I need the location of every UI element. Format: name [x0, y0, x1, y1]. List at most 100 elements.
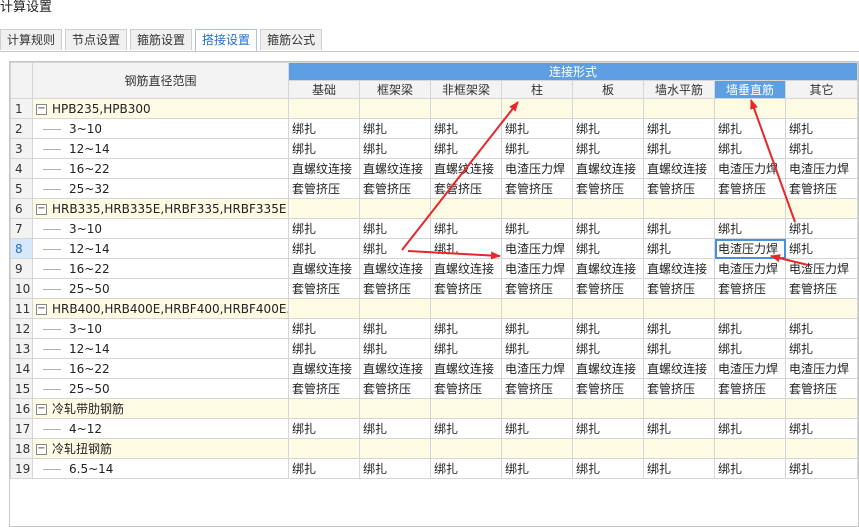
connection-cell[interactable]: 绑扎 — [784, 238, 858, 259]
connection-cell[interactable]: 绑扎 — [784, 338, 858, 359]
connection-cell[interactable]: 绑扎 — [288, 338, 360, 359]
connection-cell[interactable]: 电渣压力焊 — [784, 258, 858, 279]
group-row[interactable]: 6− HRB335,HRB335E,HRBF335,HRBF335E — [10, 198, 858, 219]
connection-cell[interactable] — [784, 198, 858, 219]
row-number[interactable]: 3 — [10, 138, 33, 159]
connection-cell[interactable] — [643, 438, 715, 459]
connection-cell[interactable] — [359, 198, 431, 219]
connection-cell[interactable]: 直螺纹连接 — [643, 158, 715, 179]
connection-cell[interactable]: 绑扎 — [288, 238, 360, 259]
connection-cell[interactable]: 套管挤压 — [714, 178, 786, 199]
connection-cell[interactable] — [643, 298, 715, 319]
connection-cell[interactable]: 绑扎 — [501, 458, 573, 479]
connection-cell[interactable]: 绑扎 — [714, 458, 786, 479]
column-header[interactable]: 墙水平筋 — [643, 80, 715, 99]
row-number[interactable]: 7 — [10, 218, 33, 239]
connection-cell[interactable]: 绑扎 — [643, 218, 715, 239]
connection-cell[interactable]: 绑扎 — [359, 418, 431, 439]
connection-cell[interactable]: 绑扎 — [572, 418, 644, 439]
connection-cell[interactable] — [288, 398, 360, 419]
connection-cell[interactable] — [572, 398, 644, 419]
row-number[interactable]: 12 — [10, 318, 33, 339]
collapse-toggle-icon[interactable]: − — [36, 444, 47, 455]
column-header[interactable]: 非框架梁 — [430, 80, 502, 99]
connection-cell[interactable]: 绑扎 — [430, 218, 502, 239]
connection-cell[interactable] — [430, 438, 502, 459]
connection-cell[interactable]: 绑扎 — [714, 218, 786, 239]
tab-lap-settings[interactable]: 搭接设置 — [195, 29, 258, 52]
group-row[interactable]: 1− HPB235,HPB300 — [10, 98, 858, 119]
column-header[interactable]: 墙垂直筋 — [714, 80, 786, 99]
connection-cell[interactable]: 电渣压力焊 — [501, 238, 573, 259]
row-number[interactable]: 18 — [10, 438, 33, 459]
tab-stirrup-formula[interactable]: 箍筋公式 — [260, 29, 323, 50]
connection-cell[interactable]: 绑扎 — [572, 238, 644, 259]
connection-cell[interactable]: 绑扎 — [288, 138, 360, 159]
connection-cell[interactable] — [714, 398, 786, 419]
row-number[interactable]: 2 — [10, 118, 33, 139]
connection-cell[interactable]: 套管挤压 — [359, 178, 431, 199]
connection-cell[interactable]: 绑扎 — [643, 338, 715, 359]
table-row[interactable]: 4 16~22 直螺纹连接 直螺纹连接 直螺纹连接 电渣压力焊 直螺纹连接 直螺纹连接 电渣压力… — [10, 158, 858, 179]
connection-cell[interactable]: 电渣压力焊 — [501, 358, 573, 379]
connection-cell[interactable] — [501, 438, 573, 459]
connection-cell[interactable]: 套管挤压 — [643, 178, 715, 199]
connection-cell[interactable]: 电渣压力焊 — [501, 258, 573, 279]
connection-cell[interactable] — [643, 398, 715, 419]
table-row[interactable]: 12 3~10 绑扎 绑扎 绑扎 绑扎 绑扎 绑扎 绑扎 绑扎 — [10, 318, 858, 339]
connection-cell[interactable]: 绑扎 — [430, 418, 502, 439]
connection-cell[interactable] — [714, 98, 786, 119]
table-row[interactable]: 7 3~10 绑扎 绑扎 绑扎 绑扎 绑扎 绑扎 绑扎 绑扎 — [10, 218, 858, 239]
table-row[interactable]: 17 4~12 绑扎 绑扎 绑扎 绑扎 绑扎 绑扎 绑扎 绑扎 — [10, 418, 858, 439]
row-number[interactable]: 11 — [10, 298, 33, 319]
connection-cell[interactable]: 直螺纹连接 — [359, 158, 431, 179]
row-number[interactable]: 6 — [10, 198, 33, 219]
tab-calc-rules[interactable]: 计算规则 — [0, 29, 63, 50]
connection-cell[interactable]: 直螺纹连接 — [288, 358, 360, 379]
connection-cell[interactable]: 套管挤压 — [359, 278, 431, 299]
connection-cell[interactable]: 绑扎 — [714, 118, 786, 139]
connection-cell[interactable]: 绑扎 — [714, 338, 786, 359]
connection-cell[interactable]: 套管挤压 — [643, 278, 715, 299]
connection-cell[interactable]: 套管挤压 — [784, 378, 858, 399]
connection-cell[interactable]: 绑扎 — [572, 218, 644, 239]
connection-cell[interactable] — [288, 98, 360, 119]
column-header[interactable]: 框架梁 — [359, 80, 431, 99]
connection-cell[interactable]: 绑扎 — [501, 418, 573, 439]
connection-cell[interactable]: 电渣压力焊 — [501, 158, 573, 179]
connection-cell[interactable]: 绑扎 — [288, 418, 360, 439]
group-row[interactable]: 16− 冷轧带肋钢筋 — [10, 398, 858, 419]
connection-cell[interactable] — [572, 438, 644, 459]
connection-cell[interactable]: 电渣压力焊 — [714, 358, 786, 379]
connection-cell[interactable] — [430, 198, 502, 219]
connection-cell[interactable]: 绑扎 — [430, 458, 502, 479]
connection-cell[interactable]: 绑扎 — [430, 238, 502, 259]
row-number[interactable]: 15 — [10, 378, 33, 399]
connection-cell[interactable] — [430, 98, 502, 119]
connection-cell[interactable]: 套管挤压 — [572, 178, 644, 199]
connection-cell[interactable] — [572, 98, 644, 119]
group-row[interactable]: 18− 冷轧扭钢筋 — [10, 438, 858, 459]
connection-cell[interactable]: 绑扎 — [501, 118, 573, 139]
connection-cell[interactable]: 绑扎 — [572, 458, 644, 479]
connection-cell[interactable] — [784, 438, 858, 459]
row-number[interactable]: 13 — [10, 338, 33, 359]
connection-cell[interactable]: 绑扎 — [359, 458, 431, 479]
row-number[interactable]: 1 — [10, 98, 33, 119]
connection-cell[interactable]: 绑扎 — [359, 138, 431, 159]
connection-cell[interactable]: 绑扎 — [430, 118, 502, 139]
connection-cell[interactable]: 绑扎 — [430, 318, 502, 339]
row-number[interactable]: 8 — [10, 238, 33, 259]
column-header[interactable]: 柱 — [501, 80, 573, 99]
connection-cell[interactable] — [784, 298, 858, 319]
connection-cell[interactable]: 电渣压力焊 — [784, 358, 858, 379]
row-number[interactable]: 14 — [10, 358, 33, 379]
connection-cell[interactable]: 绑扎 — [643, 118, 715, 139]
connection-cell[interactable]: 套管挤压 — [784, 178, 858, 199]
connection-cell[interactable]: 套管挤压 — [714, 378, 786, 399]
connection-cell[interactable]: 绑扎 — [288, 118, 360, 139]
connection-cell[interactable]: 电渣压力焊 — [714, 158, 786, 179]
column-header[interactable]: 基础 — [288, 80, 360, 99]
connection-cell[interactable]: 绑扎 — [643, 418, 715, 439]
connection-cell[interactable]: 绑扎 — [501, 318, 573, 339]
